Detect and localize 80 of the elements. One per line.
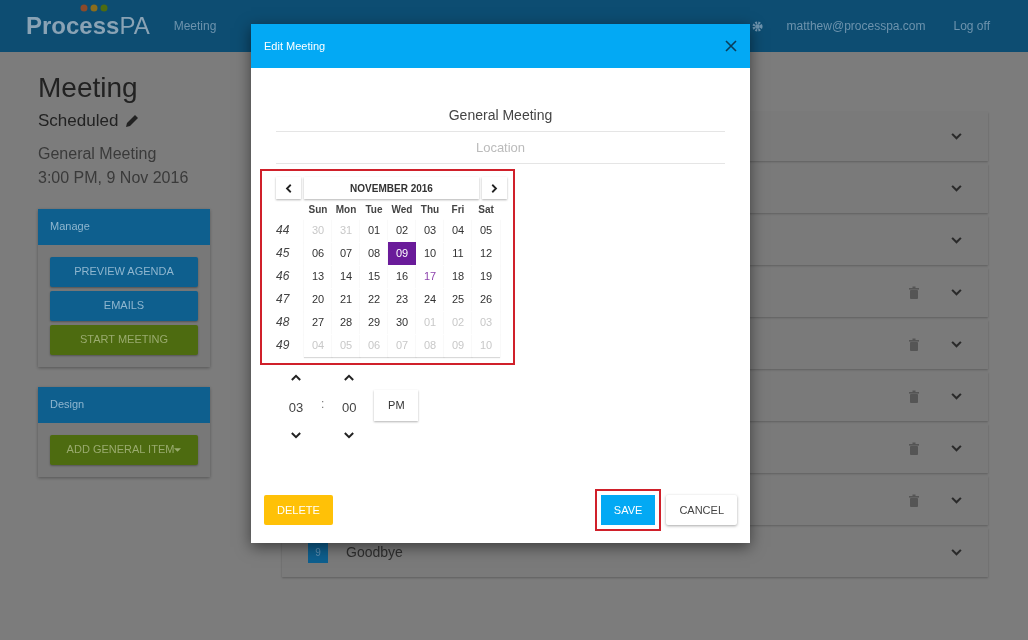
day-cell[interactable]: 07 xyxy=(332,242,360,265)
day-cell[interactable]: 10 xyxy=(416,242,444,265)
week-number: 49 xyxy=(276,337,291,354)
month-button[interactable]: NOVEMBER 2016 xyxy=(304,177,479,199)
caret-icon xyxy=(174,447,182,452)
chevron-down-icon[interactable] xyxy=(951,185,962,192)
panel-title: Design xyxy=(50,397,85,413)
day-cell[interactable]: 08 xyxy=(360,242,388,265)
day-cell[interactable]: 26 xyxy=(472,288,500,311)
dialog-button[interactable]: CANCEL xyxy=(666,495,737,525)
settings-icon[interactable] xyxy=(751,20,763,32)
day-cell[interactable]: 12 xyxy=(472,242,500,265)
meridian-toggle[interactable]: PM xyxy=(374,390,419,421)
weekday-label: Sat xyxy=(477,203,495,217)
chevron-down-icon[interactable] xyxy=(951,497,962,504)
hour-down-icon[interactable] xyxy=(291,432,301,439)
weekday-label: Tue xyxy=(364,203,384,217)
day-cell[interactable]: 14 xyxy=(332,265,360,288)
week-number: 48 xyxy=(276,314,291,331)
day-cell[interactable]: 04 xyxy=(444,219,472,242)
weekday-label: Thu xyxy=(419,203,441,217)
weekday-label: Fri xyxy=(450,203,466,217)
item-number: 9 xyxy=(308,542,328,563)
day-cell[interactable]: 20 xyxy=(304,288,332,311)
chevron-right-icon[interactable] xyxy=(491,183,498,193)
day-cell[interactable]: 05 xyxy=(472,219,500,242)
day-cell[interactable]: 27 xyxy=(304,311,332,334)
close-icon[interactable] xyxy=(725,40,737,52)
day-cell[interactable]: 30 xyxy=(388,311,416,334)
chevron-down-icon[interactable] xyxy=(951,289,962,296)
location-field[interactable]: Location xyxy=(276,132,725,164)
chevron-down-icon[interactable] xyxy=(951,133,962,140)
day-cell[interactable]: 01 xyxy=(360,219,388,242)
day-cell[interactable]: 25 xyxy=(444,288,472,311)
day-cell[interactable]: 18 xyxy=(444,265,472,288)
hour-field[interactable]: 03 xyxy=(277,393,315,423)
weekday-label: Wed xyxy=(390,203,414,217)
day-cell[interactable]: 02 xyxy=(388,219,416,242)
meeting-time: 3:00 PM, 9 Nov 2016 xyxy=(38,167,190,188)
day-cell[interactable]: 11 xyxy=(444,242,472,265)
chevron-down-icon[interactable] xyxy=(951,549,962,556)
minute-down-icon[interactable] xyxy=(344,432,355,439)
day-cell[interactable]: 29 xyxy=(360,311,388,334)
item-title: Goodbye xyxy=(346,543,403,562)
week-number: 46 xyxy=(276,268,291,285)
chevron-left-icon[interactable] xyxy=(285,183,292,193)
day-cell[interactable]: 19 xyxy=(472,265,500,288)
chevron-down-icon[interactable] xyxy=(951,341,962,348)
day-cell[interactable]: 21 xyxy=(332,288,360,311)
day-cell[interactable]: 28 xyxy=(332,311,360,334)
title-field[interactable]: General Meeting xyxy=(276,98,725,132)
day-cell[interactable]: 06 xyxy=(304,242,332,265)
weekday-label: Sun xyxy=(307,203,329,217)
day-cell[interactable]: 23 xyxy=(388,288,416,311)
day-cell[interactable]: 16 xyxy=(388,265,416,288)
day-cell[interactable]: 17 xyxy=(416,265,444,288)
dialog-title: Edit Meeting xyxy=(264,38,326,54)
chevron-down-icon[interactable] xyxy=(951,445,962,452)
day-cell[interactable]: 03 xyxy=(416,219,444,242)
meeting-name: General Meeting xyxy=(38,143,158,164)
status-text: Scheduled xyxy=(38,110,119,132)
chevron-down-icon[interactable] xyxy=(951,393,962,400)
week-number: 45 xyxy=(276,245,291,262)
week-number: 44 xyxy=(276,222,291,239)
week-number: 47 xyxy=(276,291,291,308)
weekday-label: Mon xyxy=(334,203,358,217)
pencil-icon[interactable] xyxy=(124,112,141,129)
page-title: Meeting xyxy=(38,71,139,105)
day-cell[interactable]: 13 xyxy=(304,265,332,288)
time-separator: : xyxy=(321,396,325,413)
day-cell[interactable]: 22 xyxy=(360,288,388,311)
minute-field[interactable]: 00 xyxy=(330,393,369,423)
day-cell[interactable]: 15 xyxy=(360,265,388,288)
chevron-down-icon[interactable] xyxy=(951,237,962,244)
day-cell[interactable]: 09 xyxy=(388,242,416,265)
minute-up-icon[interactable] xyxy=(344,374,355,381)
day-cell[interactable]: 24 xyxy=(416,288,444,311)
panel-title: Manage xyxy=(50,219,90,235)
hour-up-icon[interactable] xyxy=(291,374,301,381)
logo-dots-icon xyxy=(80,4,110,12)
